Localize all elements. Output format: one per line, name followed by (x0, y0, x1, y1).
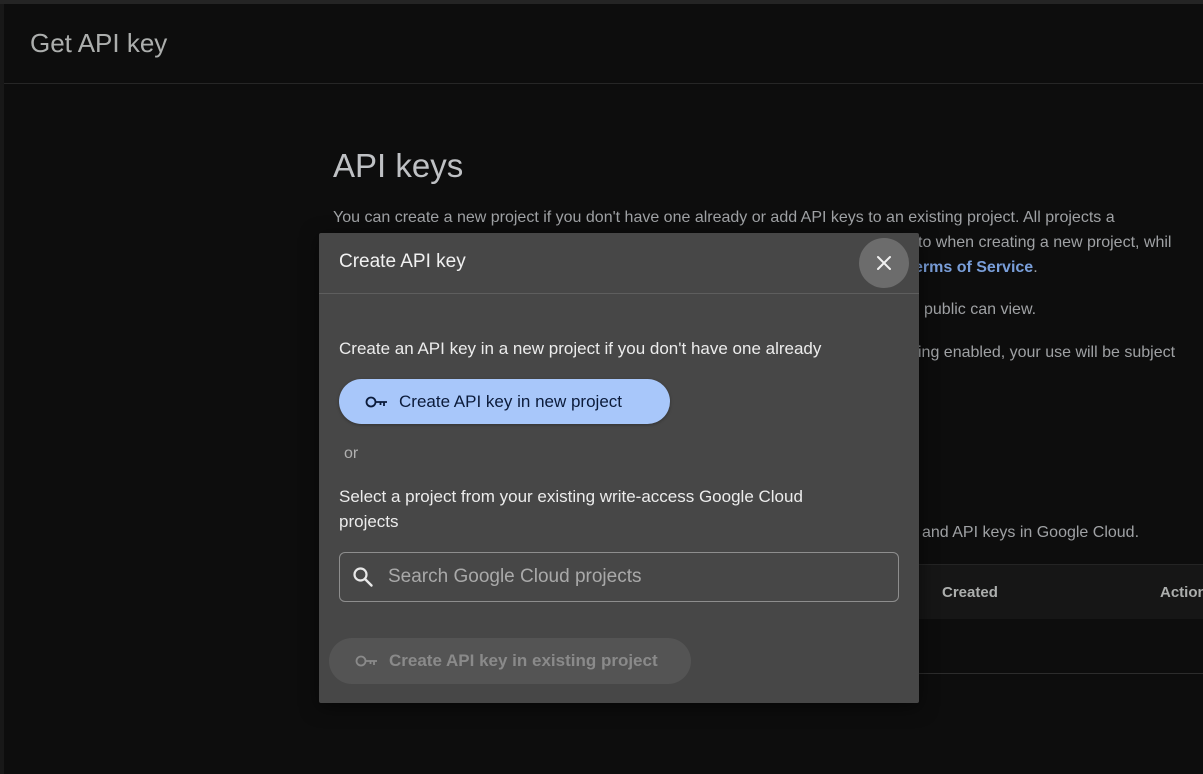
project-search-field[interactable] (339, 552, 899, 602)
project-search-input[interactable] (388, 566, 888, 588)
close-icon (877, 256, 891, 270)
create-api-key-dialog: Create API key Create an API key in a ne… (319, 233, 919, 703)
create-key-existing-project-label: Create API key in existing project (389, 651, 658, 670)
create-key-existing-project-button[interactable]: Create API key in existing project (329, 638, 691, 684)
key-icon (365, 396, 387, 407)
dialog-title: Create API key (339, 251, 466, 272)
existing-project-label: Select a project from your existing writ… (339, 487, 803, 531)
close-button[interactable] (859, 238, 909, 288)
new-project-label: Create an API key in a new project if yo… (339, 339, 822, 358)
create-key-new-project-label: Create API key in new project (399, 391, 623, 411)
create-key-new-project-button[interactable]: Create API key in new project (339, 379, 670, 424)
key-icon (355, 655, 377, 667)
search-icon (353, 567, 373, 587)
or-divider-text: or (344, 445, 359, 462)
dialog-header: Create API key (319, 233, 919, 294)
